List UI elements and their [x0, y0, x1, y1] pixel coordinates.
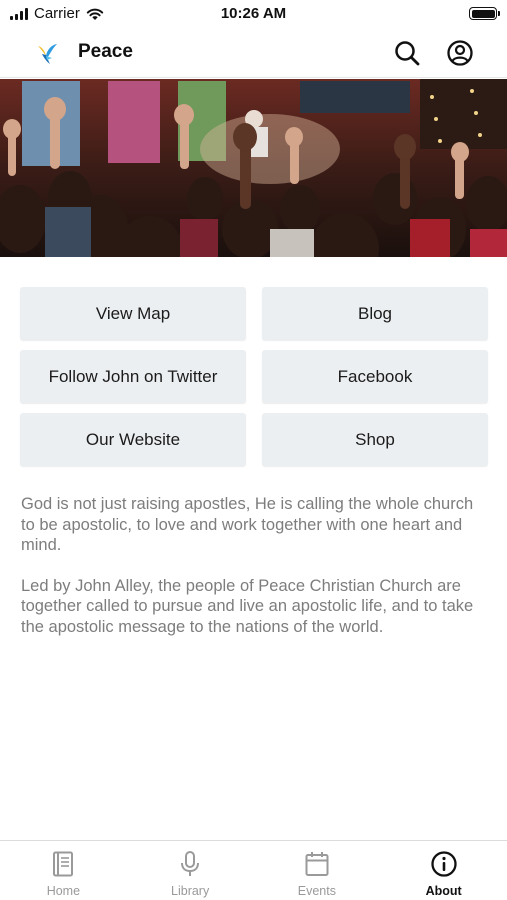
tab-about-label: About	[425, 884, 462, 898]
website-button[interactable]: Our Website	[20, 413, 246, 466]
account-icon[interactable]	[446, 39, 474, 67]
search-icon[interactable]	[393, 39, 421, 67]
status-bar: Carrier 10:26 AM	[0, 0, 507, 28]
blog-button[interactable]: Blog	[262, 287, 488, 340]
book-icon	[53, 851, 74, 877]
about-paragraph-2: Led by John Alley, the people of Peace C…	[21, 576, 474, 636]
worship-crowd-image	[0, 79, 507, 257]
tab-events-label: Events	[297, 884, 336, 898]
view-map-button[interactable]: View Map	[20, 287, 246, 340]
tab-home[interactable]: Home	[0, 841, 127, 900]
link-button-grid: View Map Blog Follow John on Twitter Fac…	[20, 287, 488, 466]
app-title: Peace	[78, 41, 133, 62]
tab-about[interactable]: About	[380, 841, 507, 900]
calendar-icon	[305, 852, 329, 876]
app-header: Peace	[0, 28, 507, 78]
tab-home-label: Home	[46, 884, 81, 898]
dove-logo-icon	[38, 44, 57, 64]
tab-events[interactable]: Events	[254, 841, 381, 900]
about-description: God is not just raising apostles, He is …	[21, 494, 491, 637]
shop-button[interactable]: Shop	[262, 413, 488, 466]
battery-icon	[469, 7, 500, 20]
microphone-icon	[181, 851, 200, 876]
twitter-button[interactable]: Follow John on Twitter	[20, 350, 246, 403]
tab-library[interactable]: Library	[127, 841, 254, 900]
hero-image	[0, 79, 507, 257]
tab-library-label: Library	[171, 884, 210, 898]
bottom-tab-bar: Home Library Events About	[0, 840, 507, 900]
status-time: 10:26 AM	[220, 5, 287, 22]
info-icon	[430, 851, 457, 877]
about-paragraph-1: God is not just raising apostles, He is …	[21, 495, 474, 554]
facebook-button[interactable]: Facebook	[262, 350, 488, 403]
